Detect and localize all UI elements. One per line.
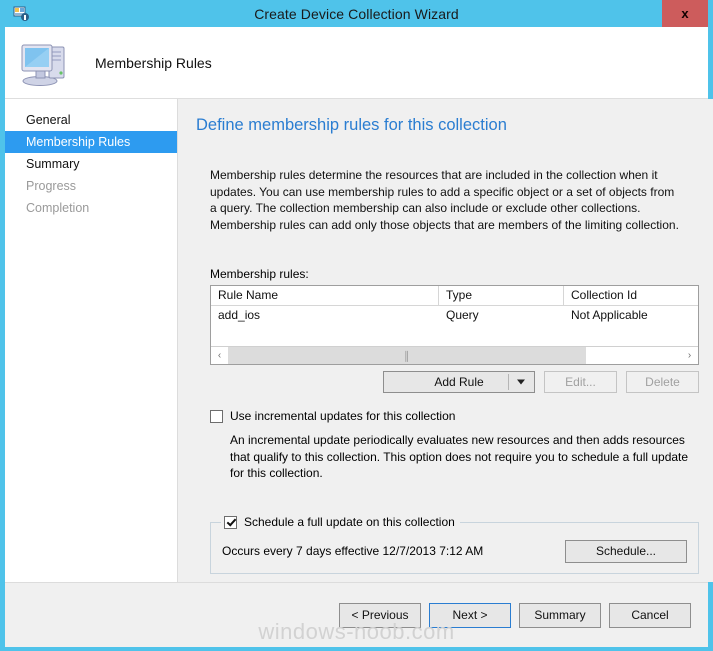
full-update-checkbox[interactable] bbox=[224, 516, 237, 529]
delete-button: Delete bbox=[626, 371, 699, 393]
full-update-content: Occurs every 7 days effective 12/7/2013 … bbox=[222, 540, 687, 563]
sidebar-item-completion: Completion bbox=[5, 197, 177, 219]
computer-icon bbox=[19, 38, 73, 88]
add-rule-label: Add Rule bbox=[434, 375, 483, 389]
column-header-rule-name[interactable]: Rule Name bbox=[211, 286, 439, 305]
scroll-thumb[interactable]: ║ bbox=[228, 347, 586, 364]
cancel-button[interactable]: Cancel bbox=[609, 603, 691, 628]
wizard-body: General Membership Rules Summary Progres… bbox=[5, 99, 708, 582]
add-rule-divider bbox=[508, 374, 509, 390]
summary-button[interactable]: Summary bbox=[519, 603, 601, 628]
sidebar-item-membership-rules[interactable]: Membership Rules bbox=[5, 131, 177, 153]
membership-rules-label: Membership rules: bbox=[210, 267, 699, 281]
column-header-type[interactable]: Type bbox=[439, 286, 564, 305]
horizontal-scrollbar[interactable]: ‹ ║ › bbox=[211, 346, 698, 364]
wizard-header: Membership Rules bbox=[5, 27, 708, 99]
full-update-label: Schedule a full update on this collectio… bbox=[244, 515, 455, 529]
sidebar-item-general[interactable]: General bbox=[5, 109, 177, 131]
cell-type: Query bbox=[439, 306, 564, 325]
table-body: add_ios Query Not Applicable bbox=[211, 306, 698, 346]
schedule-button[interactable]: Schedule... bbox=[565, 540, 687, 563]
incremental-updates-row[interactable]: Use incremental updates for this collect… bbox=[210, 409, 699, 423]
incremental-updates-checkbox[interactable] bbox=[210, 410, 223, 423]
schedule-summary-text: Occurs every 7 days effective 12/7/2013 … bbox=[222, 544, 483, 558]
sidebar-item-progress: Progress bbox=[5, 175, 177, 197]
rule-actions: Add Rule Edit... Delete bbox=[196, 371, 699, 393]
full-update-legend[interactable]: Schedule a full update on this collectio… bbox=[221, 515, 460, 529]
scroll-right-icon[interactable]: › bbox=[681, 347, 698, 364]
chevron-down-icon bbox=[517, 380, 525, 385]
cell-collection-id: Not Applicable bbox=[564, 306, 698, 325]
window-title: Create Device Collection Wizard bbox=[254, 6, 459, 22]
wizard-footer: < Previous Next > Summary Cancel windows… bbox=[5, 582, 708, 647]
table-header-row: Rule Name Type Collection Id bbox=[211, 286, 698, 306]
incremental-updates-description: An incremental update periodically evalu… bbox=[230, 432, 696, 482]
cell-rule-name: add_ios bbox=[211, 306, 439, 325]
add-rule-button[interactable]: Add Rule bbox=[383, 371, 535, 393]
incremental-updates-label: Use incremental updates for this collect… bbox=[230, 409, 455, 423]
close-icon[interactable]: x bbox=[662, 0, 708, 27]
scroll-grip-icon: ║ bbox=[403, 351, 410, 361]
edit-button: Edit... bbox=[544, 371, 617, 393]
table-row[interactable]: add_ios Query Not Applicable bbox=[211, 306, 698, 325]
title-bar: Create Device Collection Wizard x bbox=[5, 0, 708, 27]
sidebar-item-summary[interactable]: Summary bbox=[5, 153, 177, 175]
app-icon bbox=[13, 5, 30, 22]
wizard-window: Create Device Collection Wizard x Member… bbox=[0, 0, 713, 651]
next-button[interactable]: Next > bbox=[429, 603, 511, 628]
intro-text: Membership rules determine the resources… bbox=[210, 167, 680, 233]
header-title: Membership Rules bbox=[95, 55, 212, 71]
membership-rules-table: Rule Name Type Collection Id add_ios Que… bbox=[210, 285, 699, 365]
previous-button[interactable]: < Previous bbox=[339, 603, 421, 628]
wizard-content: Define membership rules for this collect… bbox=[178, 99, 713, 582]
scroll-track[interactable]: ║ bbox=[228, 347, 681, 364]
column-header-collection-id[interactable]: Collection Id bbox=[564, 286, 698, 305]
scroll-left-icon[interactable]: ‹ bbox=[211, 347, 228, 364]
wizard-step-list: General Membership Rules Summary Progres… bbox=[5, 99, 178, 582]
page-title: Define membership rules for this collect… bbox=[196, 116, 699, 135]
full-update-group: Schedule a full update on this collectio… bbox=[210, 522, 699, 574]
